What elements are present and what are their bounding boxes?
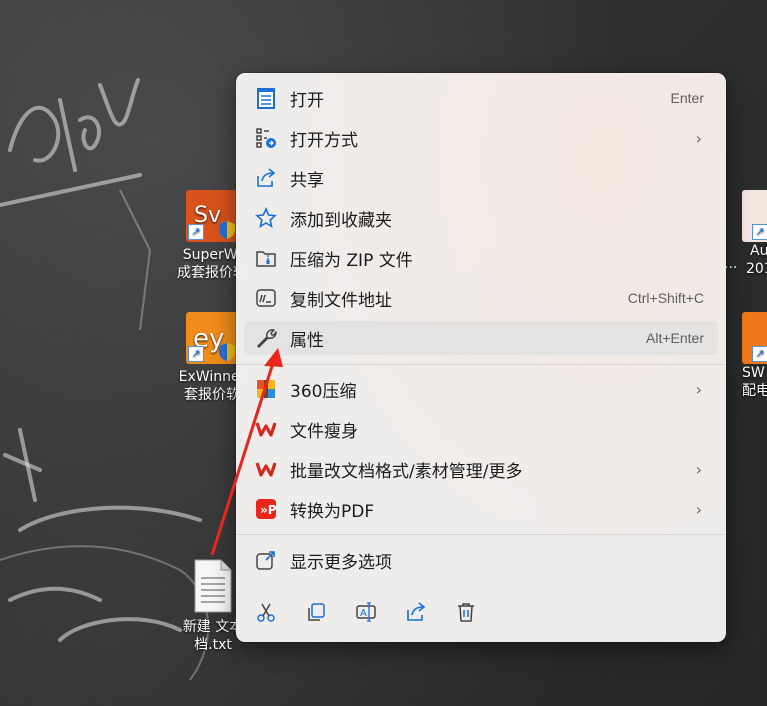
arrow-head-icon (264, 348, 283, 367)
arrow-shaft (210, 359, 276, 556)
annotation-arrow (210, 348, 283, 556)
